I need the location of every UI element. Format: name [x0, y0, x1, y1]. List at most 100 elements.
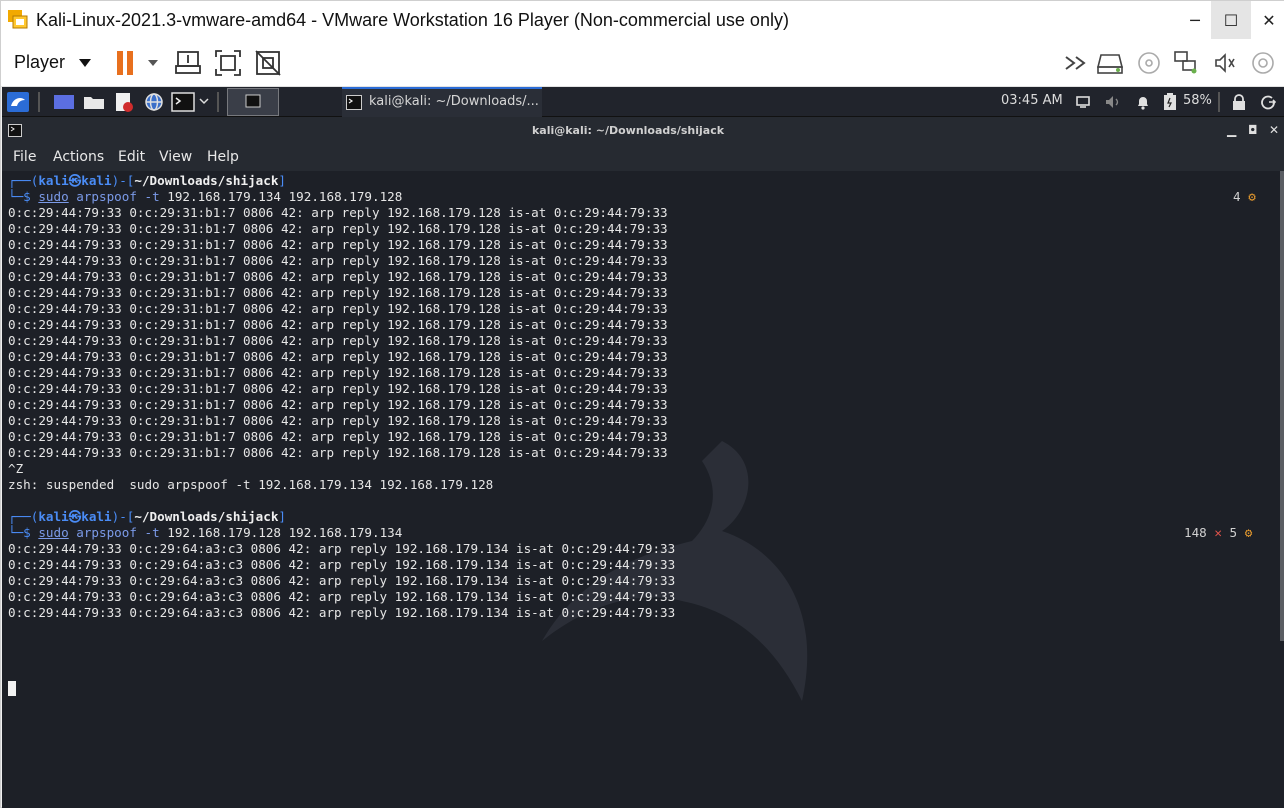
folder-icon: [84, 97, 104, 109]
menu-view[interactable]: View: [159, 149, 192, 165]
player-menu-label: Player: [14, 52, 66, 72]
output-line: 0:c:29:44:79:33 0:c:29:31:b1:7 0806 42: …: [8, 205, 668, 220]
terminal-launcher[interactable]: [170, 92, 212, 112]
terminal-cursor: [8, 681, 16, 696]
show-desktop-button[interactable]: [52, 92, 76, 112]
output-line: 0:c:29:44:79:33 0:c:29:31:b1:7 0806 42: …: [8, 301, 668, 316]
network-adapter-button[interactable]: [1171, 47, 1201, 79]
chevron-down-icon: [79, 58, 92, 67]
double-chevron-right-icon: [1065, 56, 1086, 70]
logout-button[interactable]: [1258, 92, 1278, 112]
output-line: 0:c:29:44:79:33 0:c:29:64:a3:c3 0806 42:…: [8, 605, 676, 620]
vmware-window: Kali-Linux-2021.3-vmware-amd64 - VMware …: [0, 0, 1284, 808]
volume-icon: [1106, 96, 1119, 108]
prompt-line: ┌──(kali㉿kali)-[~/Downloads/shijack]: [8, 173, 287, 188]
text-editor-launcher[interactable]: [112, 92, 136, 112]
guest-desktop: kali@kali: ~/Downloads/... 03:45 AM 58%: [2, 87, 1284, 808]
fullscreen-button[interactable]: [213, 47, 243, 79]
minimize-button[interactable]: ─: [1175, 1, 1215, 39]
send-ctrl-alt-del-icon: [175, 51, 201, 74]
command-line: └─$ sudo arpspoof -t 192.168.179.134 192…: [8, 189, 403, 204]
battery-icon: [1164, 93, 1176, 110]
globe-icon: [145, 93, 163, 111]
output-line: 0:c:29:44:79:33 0:c:29:31:b1:7 0806 42: …: [8, 413, 668, 428]
output-line: 0:c:29:44:79:33 0:c:29:31:b1:7 0806 42: …: [8, 445, 668, 460]
output-line: 0:c:29:44:79:33 0:c:29:64:a3:c3 0806 42:…: [8, 557, 676, 572]
terminal-titlebar: kali@kali: ~/Downloads/shijack ▁ ◘ ✕: [2, 117, 1284, 145]
browser-launcher[interactable]: [142, 92, 166, 112]
lock-icon: [1233, 94, 1245, 110]
gear-icon: ⚙: [1244, 525, 1253, 540]
kali-top-panel: kali@kali: ~/Downloads/... 03:45 AM 58%: [2, 87, 1284, 117]
error-x-icon: ✕: [1214, 525, 1222, 540]
maximize-button[interactable]: ☐: [1211, 1, 1251, 39]
power-icon: [1261, 95, 1276, 110]
output-line: 0:c:29:44:79:33 0:c:29:64:a3:c3 0806 42:…: [8, 573, 676, 588]
usb-icon: [1252, 52, 1274, 74]
battery-indicator[interactable]: [1160, 92, 1180, 112]
right-prompt-status: 148 ✕ 5 ⚙: [1184, 525, 1253, 540]
output-line: 0:c:29:44:79:33 0:c:29:31:b1:7 0806 42: …: [8, 349, 668, 364]
send-ctrl-alt-del-button[interactable]: [173, 47, 203, 79]
menu-help[interactable]: Help: [207, 149, 239, 165]
volume-indicator[interactable]: [1103, 92, 1123, 112]
terminal-scrollbar[interactable]: [1280, 171, 1284, 641]
output-line: 0:c:29:44:79:33 0:c:29:31:b1:7 0806 42: …: [8, 365, 668, 380]
terminal-maximize-button[interactable]: ◘: [1248, 123, 1258, 137]
output-line: 0:c:29:44:79:33 0:c:29:31:b1:7 0806 42: …: [8, 285, 668, 300]
menu-file[interactable]: File: [13, 149, 36, 165]
output-line: 0:c:29:44:79:33 0:c:29:31:b1:7 0806 42: …: [8, 269, 668, 284]
output-line: 0:c:29:44:79:33 0:c:29:64:a3:c3 0806 42:…: [8, 541, 676, 556]
usb-button[interactable]: [1249, 47, 1277, 79]
player-menu-button[interactable]: Player: [14, 52, 92, 73]
window-titlebar: Kali-Linux-2021.3-vmware-amd64 - VMware …: [1, 1, 1284, 39]
right-prompt-status: 4 ⚙: [1233, 189, 1256, 204]
ctrl-z-line: ^Z: [8, 461, 24, 476]
cd-drive-button[interactable]: [1135, 47, 1163, 79]
pause-button[interactable]: [115, 47, 165, 79]
cd-icon: [1138, 52, 1160, 74]
terminal-close-button[interactable]: ✕: [1269, 123, 1279, 137]
network-icon: [1174, 51, 1197, 74]
workspace-1-button[interactable]: [227, 88, 279, 116]
output-line: 0:c:29:44:79:33 0:c:29:31:b1:7 0806 42: …: [8, 221, 668, 236]
file-manager-launcher[interactable]: [82, 92, 106, 112]
window-title: Kali-Linux-2021.3-vmware-amd64 - VMware …: [36, 10, 789, 30]
output-line: 0:c:29:44:79:33 0:c:29:31:b1:7 0806 42: …: [8, 317, 668, 332]
sound-button[interactable]: [1211, 47, 1239, 79]
terminal-window-icon: [245, 94, 261, 108]
vmware-app-icon: [8, 10, 28, 29]
library-button[interactable]: [1063, 47, 1091, 79]
panel-clock[interactable]: 03:45 AM: [1001, 93, 1063, 108]
notifications-indicator[interactable]: [1133, 92, 1153, 112]
display-indicator[interactable]: [1073, 92, 1093, 112]
lock-screen-button[interactable]: [1229, 92, 1249, 112]
terminal-title: kali@kali: ~/Downloads/shijack: [531, 124, 725, 137]
menu-edit[interactable]: Edit: [118, 149, 145, 165]
fullscreen-icon: [215, 50, 241, 76]
bell-icon: [1138, 97, 1148, 110]
prompt-line: ┌──(kali㉿kali)-[~/Downloads/shijack]: [8, 509, 287, 524]
sound-icon: [1215, 53, 1235, 73]
output-line: 0:c:29:44:79:33 0:c:29:31:b1:7 0806 42: …: [8, 333, 668, 348]
output-line: 0:c:29:44:79:33 0:c:29:31:b1:7 0806 42: …: [8, 253, 668, 268]
terminal-minimize-button[interactable]: ▁: [1227, 123, 1236, 137]
output-line: 0:c:29:44:79:33 0:c:29:31:b1:7 0806 42: …: [8, 397, 668, 412]
output-line: 0:c:29:44:79:33 0:c:29:31:b1:7 0806 42: …: [8, 381, 668, 396]
output-line: 0:c:29:44:79:33 0:c:29:31:b1:7 0806 42: …: [8, 237, 668, 252]
monitor-icon: [1076, 96, 1090, 108]
command-line: └─$ sudo arpspoof -t 192.168.179.128 192…: [8, 525, 403, 540]
kali-menu-button[interactable]: [6, 92, 30, 112]
unity-icon: [255, 50, 281, 76]
pause-icon: [117, 51, 158, 75]
terminal-window: kali@kali: ~/Downloads/shijack ▁ ◘ ✕ Fil…: [2, 117, 1284, 808]
menu-actions[interactable]: Actions: [53, 149, 104, 165]
unity-button[interactable]: [253, 47, 283, 79]
taskbar-terminal-button[interactable]: kali@kali: ~/Downloads/...: [342, 87, 542, 117]
terminal-output[interactable]: ┌──(kali㉿kali)-[~/Downloads/shijack] └─$…: [2, 171, 1284, 808]
panel-separator: [38, 92, 40, 112]
suspended-line: zsh: suspended sudo arpspoof -t 192.168.…: [8, 477, 494, 492]
close-button[interactable]: ✕: [1249, 1, 1284, 39]
taskbar-terminal-label: kali@kali: ~/Downloads/...: [369, 94, 539, 109]
removable-drive-button[interactable]: [1095, 47, 1125, 79]
